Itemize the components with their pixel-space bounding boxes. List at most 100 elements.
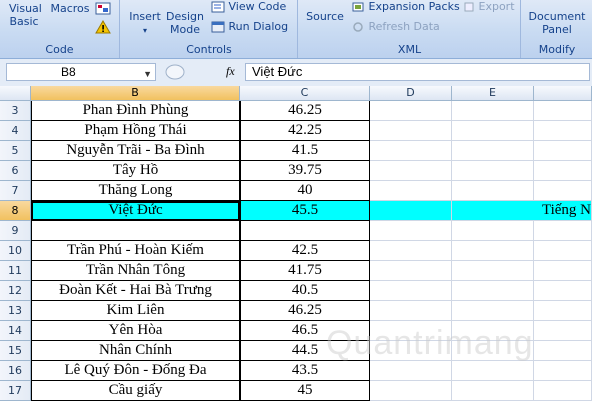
row-header[interactable]: 11 — [0, 261, 31, 281]
row-header[interactable]: 17 — [0, 381, 31, 401]
cell-e12[interactable] — [452, 281, 534, 301]
cell-f14[interactable] — [534, 321, 592, 341]
row-header[interactable]: 10 — [0, 241, 31, 261]
row-header[interactable]: 14 — [0, 321, 31, 341]
column-header-e[interactable]: E — [452, 86, 534, 101]
cell-d13[interactable] — [370, 301, 452, 321]
cell-f7[interactable] — [534, 181, 592, 201]
row-header[interactable]: 15 — [0, 341, 31, 361]
cell-e5[interactable] — [452, 141, 534, 161]
warning-icon[interactable] — [95, 20, 111, 34]
cell-e16[interactable] — [452, 361, 534, 381]
cell-c9[interactable] — [240, 221, 370, 241]
cell-c15[interactable]: 44.5 — [240, 341, 370, 361]
cell-e6[interactable] — [452, 161, 534, 181]
cell-b3[interactable]: Phan Đình Phùng — [31, 101, 240, 121]
cell-c7[interactable]: 40 — [240, 181, 370, 201]
cell-c16[interactable]: 43.5 — [240, 361, 370, 381]
select-all-corner[interactable] — [0, 86, 31, 101]
cell-d7[interactable] — [370, 181, 452, 201]
cell-d17[interactable] — [370, 381, 452, 401]
row-header[interactable]: 8 — [0, 201, 31, 221]
row-header[interactable]: 3 — [0, 101, 31, 121]
refresh-data-button[interactable]: Refresh Data — [351, 20, 440, 34]
cell-c3[interactable]: 46.25 — [240, 101, 370, 121]
cell-e8[interactable] — [452, 201, 534, 221]
cell-b9[interactable] — [31, 221, 240, 241]
export-button[interactable]: Export — [463, 0, 515, 14]
cell-f16[interactable] — [534, 361, 592, 381]
insert-button[interactable]: Insert ▾ — [127, 10, 163, 37]
cell-f15[interactable] — [534, 341, 592, 361]
cell-d16[interactable] — [370, 361, 452, 381]
cell-c17[interactable]: 45 — [240, 381, 370, 401]
cell-f8[interactable]: Tiếng N — [534, 201, 592, 221]
cell-d15[interactable] — [370, 341, 452, 361]
expansion-packs-button[interactable]: Expansion Packs — [351, 0, 460, 14]
cell-b17[interactable]: Cầu giấy — [31, 381, 240, 401]
macros-button[interactable]: Macros — [50, 2, 90, 15]
cell-e15[interactable] — [452, 341, 534, 361]
run-dialog-button[interactable]: Run Dialog — [211, 20, 288, 34]
cell-e17[interactable] — [452, 381, 534, 401]
cell-d9[interactable] — [370, 221, 452, 241]
visual-basic-button[interactable]: Visual Basic — [4, 2, 44, 28]
cell-b16[interactable]: Lê Quý Đôn - Đống Đa — [31, 361, 240, 381]
cell-f3[interactable] — [534, 101, 592, 121]
cell-c10[interactable]: 42.5 — [240, 241, 370, 261]
source-button[interactable]: Source — [303, 10, 347, 23]
expand-handle-icon[interactable] — [164, 64, 186, 80]
column-header-d[interactable]: D — [370, 86, 452, 101]
cell-b12[interactable]: Đoàn Kết - Hai Bà Trưng — [31, 281, 240, 301]
cell-f6[interactable] — [534, 161, 592, 181]
row-header[interactable]: 13 — [0, 301, 31, 321]
cell-c4[interactable]: 42.25 — [240, 121, 370, 141]
formula-input[interactable]: Việt Đức — [245, 63, 590, 81]
row-header[interactable]: 4 — [0, 121, 31, 141]
cell-b4[interactable]: Phạm Hồng Thái — [31, 121, 240, 141]
cell-c5[interactable]: 41.5 — [240, 141, 370, 161]
cell-b14[interactable]: Yên Hòa — [31, 321, 240, 341]
cell-b6[interactable]: Tây Hồ — [31, 161, 240, 181]
cell-c13[interactable]: 46.25 — [240, 301, 370, 321]
macro-security-icon[interactable] — [94, 2, 112, 16]
row-header[interactable]: 7 — [0, 181, 31, 201]
cell-e14[interactable] — [452, 321, 534, 341]
cell-d5[interactable] — [370, 141, 452, 161]
column-header-f[interactable] — [534, 86, 592, 101]
cell-d10[interactable] — [370, 241, 452, 261]
cell-d6[interactable] — [370, 161, 452, 181]
cell-b11[interactable]: Trần Nhân Tông — [31, 261, 240, 281]
cell-d11[interactable] — [370, 261, 452, 281]
cell-c6[interactable]: 39.75 — [240, 161, 370, 181]
cell-e9[interactable] — [452, 221, 534, 241]
row-header[interactable]: 12 — [0, 281, 31, 301]
cell-b5[interactable]: Nguyễn Trãi - Ba Đình — [31, 141, 240, 161]
cell-f12[interactable] — [534, 281, 592, 301]
cell-f13[interactable] — [534, 301, 592, 321]
cell-f5[interactable] — [534, 141, 592, 161]
cell-e11[interactable] — [452, 261, 534, 281]
row-header[interactable]: 16 — [0, 361, 31, 381]
cell-c14[interactable]: 46.5 — [240, 321, 370, 341]
cell-f4[interactable] — [534, 121, 592, 141]
row-header[interactable]: 6 — [0, 161, 31, 181]
cell-d3[interactable] — [370, 101, 452, 121]
cell-f11[interactable] — [534, 261, 592, 281]
cell-e10[interactable] — [452, 241, 534, 261]
view-code-button[interactable]: View Code — [211, 0, 286, 14]
cell-f10[interactable] — [534, 241, 592, 261]
cell-b13[interactable]: Kim Liên — [31, 301, 240, 321]
cell-b7[interactable]: Thăng Long — [31, 181, 240, 201]
cell-c8[interactable]: 45.5 — [240, 201, 370, 221]
cell-e13[interactable] — [452, 301, 534, 321]
name-box[interactable]: B8 ▼ — [6, 63, 156, 81]
cell-c12[interactable]: 40.5 — [240, 281, 370, 301]
cell-d8[interactable] — [370, 201, 452, 221]
cell-d14[interactable] — [370, 321, 452, 341]
chevron-down-icon[interactable]: ▼ — [143, 66, 152, 82]
row-header[interactable]: 5 — [0, 141, 31, 161]
column-header-b[interactable]: B — [31, 86, 240, 101]
row-header[interactable]: 9 — [0, 221, 31, 241]
cell-e3[interactable] — [452, 101, 534, 121]
